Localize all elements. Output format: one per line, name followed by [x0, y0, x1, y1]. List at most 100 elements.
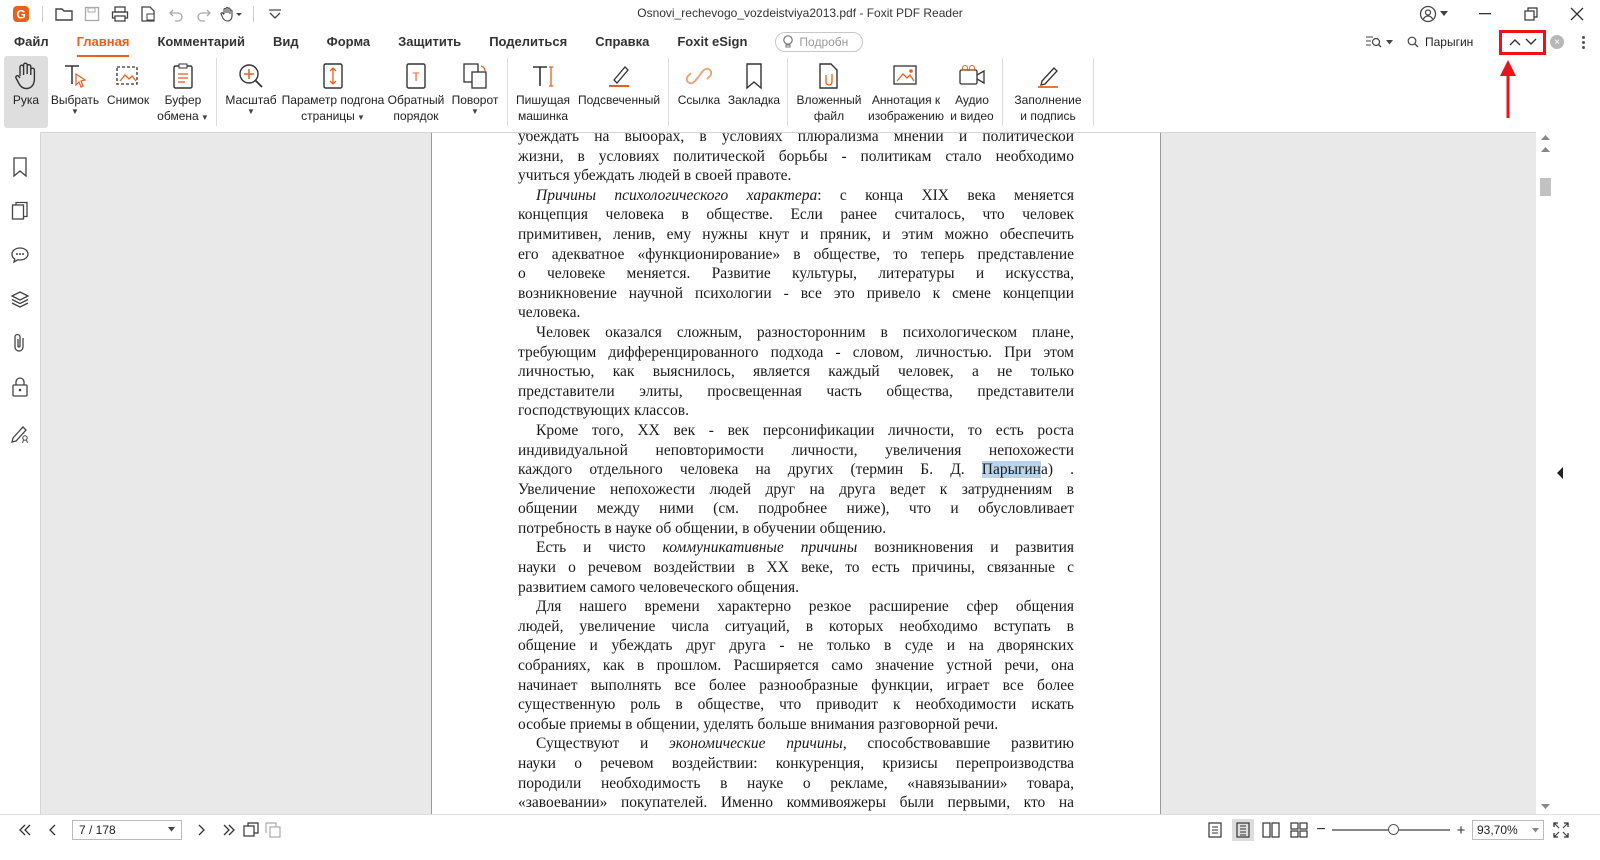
- fullscreen-icon[interactable]: [1550, 819, 1572, 841]
- foxit-logo-icon[interactable]: G: [8, 2, 34, 26]
- rotate-button[interactable]: Поворот ▼: [447, 56, 503, 128]
- minimize-button[interactable]: [1462, 0, 1508, 28]
- menu-help[interactable]: Справка: [581, 30, 663, 54]
- divider: [42, 6, 43, 22]
- more-options-icon[interactable]: [1578, 35, 1588, 49]
- zoom-out-icon[interactable]: −: [1316, 821, 1326, 839]
- comments-panel-icon[interactable]: [10, 244, 30, 266]
- customize-toolbar-icon[interactable]: [262, 2, 288, 26]
- hand-tool-button[interactable]: Рука: [4, 56, 48, 128]
- continuous-facing-view-icon[interactable]: [1288, 819, 1310, 841]
- svg-text:G: G: [16, 8, 25, 22]
- page-number-input[interactable]: 7 / 178: [72, 819, 182, 840]
- redo-icon[interactable]: [191, 2, 217, 26]
- scroll-up-page-icon[interactable]: [1541, 146, 1550, 152]
- text-fragment: Существуют и: [536, 735, 669, 753]
- document-viewport[interactable]: убеждать на выборах, в условиях плюрализ…: [40, 132, 1536, 814]
- first-page-icon[interactable]: [14, 819, 36, 841]
- search-mode-button[interactable]: [1365, 35, 1393, 49]
- next-result-icon[interactable]: [1525, 38, 1537, 46]
- zoom-slider[interactable]: [1332, 823, 1450, 837]
- title-bar: G Osnovi_rechevogo_vozdeistviya2013.pdf …: [0, 0, 1600, 28]
- create-pdf-icon[interactable]: [135, 2, 161, 26]
- clear-search-icon[interactable]: ×: [1550, 35, 1564, 49]
- zoom-in-icon[interactable]: +: [1456, 822, 1466, 839]
- search-input-value: Парыгин: [1425, 35, 1474, 49]
- previous-page-icon[interactable]: [42, 819, 64, 841]
- save-icon[interactable]: [79, 2, 105, 26]
- clipboard-button[interactable]: Буфер обмена ▼: [154, 56, 212, 128]
- next-view-icon[interactable]: [262, 819, 284, 841]
- attach-file-icon: [819, 63, 838, 89]
- open-folder-icon[interactable]: [51, 2, 77, 26]
- previous-result-icon[interactable]: [1509, 38, 1521, 46]
- text-line: Кроме того, ХХ век - век персонификации …: [536, 421, 1074, 439]
- text-line: науки о речевом воздействии: конкуренция…: [518, 755, 1074, 772]
- typewriter-icon: [533, 66, 553, 87]
- last-page-icon[interactable]: [218, 819, 240, 841]
- image-annotation-button[interactable]: Аннотация к изображению: [866, 56, 946, 128]
- next-page-icon[interactable]: [190, 819, 212, 841]
- attachments-panel-icon[interactable]: [10, 332, 30, 354]
- continuous-view-icon[interactable]: [1232, 819, 1254, 841]
- previous-view-icon[interactable]: [240, 819, 262, 841]
- menu-form[interactable]: Форма: [313, 30, 384, 54]
- menu-protect[interactable]: Защитить: [384, 30, 475, 54]
- menu-share[interactable]: Поделиться: [475, 30, 581, 54]
- close-button[interactable]: [1554, 0, 1600, 28]
- menu-comment[interactable]: Комментарий: [143, 30, 259, 54]
- menu-view[interactable]: Вид: [259, 30, 313, 54]
- hand-tool-menu-icon[interactable]: [219, 2, 245, 26]
- minimize-icon: [1479, 13, 1491, 15]
- facing-view-icon[interactable]: [1260, 819, 1282, 841]
- fit-page-button[interactable]: Параметр подгона страницы ▼: [281, 56, 385, 128]
- undo-icon[interactable]: [163, 2, 189, 26]
- pages-panel-icon[interactable]: [10, 200, 30, 222]
- italic-phrase: экономические причины: [668, 735, 843, 753]
- fill-sign-button[interactable]: Заполнение и подпись: [1007, 56, 1089, 128]
- text-line: общении между ними (см. подробнее ниже),…: [518, 500, 1074, 518]
- bookmark-button[interactable]: Закладка: [725, 56, 783, 128]
- security-panel-icon[interactable]: [10, 376, 30, 398]
- scroll-thumb[interactable]: [1540, 178, 1551, 196]
- menu-home[interactable]: Главная: [63, 30, 144, 57]
- menu-file[interactable]: Файл: [0, 30, 63, 54]
- chevron-down-icon: [1386, 39, 1393, 44]
- link-button[interactable]: Ссылка: [673, 56, 725, 128]
- menu-foxit-esign[interactable]: Foxit eSign: [663, 30, 761, 54]
- search-input[interactable]: Парыгин: [1401, 31, 1499, 53]
- tell-me-box[interactable]: Подробн: [775, 32, 864, 52]
- bookmarks-panel-icon[interactable]: [10, 156, 30, 178]
- highlight-button[interactable]: Подсвеченный: [574, 56, 664, 128]
- audio-video-button[interactable]: Аудио и видео: [946, 56, 998, 128]
- layers-panel-icon[interactable]: [10, 288, 30, 310]
- signature-panel-icon[interactable]: [10, 422, 30, 444]
- ribbon-divider: [787, 58, 788, 126]
- zoom-tool-button[interactable]: Масштаб ▼: [221, 56, 281, 128]
- print-icon[interactable]: [107, 2, 133, 26]
- chevron-down-icon: [1440, 11, 1448, 16]
- vertical-scrollbar[interactable]: [1536, 132, 1554, 814]
- text-line: примитивен, ленив, ему нужны кнут и прян…: [518, 225, 1074, 243]
- single-page-view-icon[interactable]: [1204, 819, 1226, 841]
- text-line: индивидуальной неповторимости личности, …: [518, 441, 1074, 459]
- reverse-order-icon: T: [406, 63, 426, 89]
- zoom-level-select[interactable]: 93,70%: [1472, 820, 1544, 840]
- fill-sign-label-line1: Заполнение: [1014, 93, 1082, 107]
- chevron-down-icon[interactable]: [168, 827, 175, 832]
- typewriter-button[interactable]: Пишущая машинка: [512, 56, 574, 128]
- reverse-order-button[interactable]: T Обратный порядок: [385, 56, 447, 128]
- snapshot-tool-button[interactable]: Снимок: [102, 56, 154, 128]
- user-account-icon[interactable]: [1419, 5, 1437, 23]
- zoom-slider-knob[interactable]: [1388, 824, 1399, 835]
- restore-button[interactable]: [1508, 0, 1554, 28]
- scroll-up-icon[interactable]: [1541, 134, 1550, 140]
- embed-file-button[interactable]: Вложенный файл: [792, 56, 866, 128]
- page-number-value: 7 / 178: [79, 822, 116, 837]
- scroll-down-icon[interactable]: [1541, 804, 1550, 810]
- chevron-down-icon: ▼: [471, 107, 479, 116]
- expand-right-panel-icon[interactable]: [1556, 466, 1564, 480]
- fit-page-label-line1: Параметр подгона: [281, 93, 385, 107]
- select-tool-button[interactable]: Выбрать ▼: [48, 56, 102, 128]
- account-menu[interactable]: [1419, 5, 1448, 23]
